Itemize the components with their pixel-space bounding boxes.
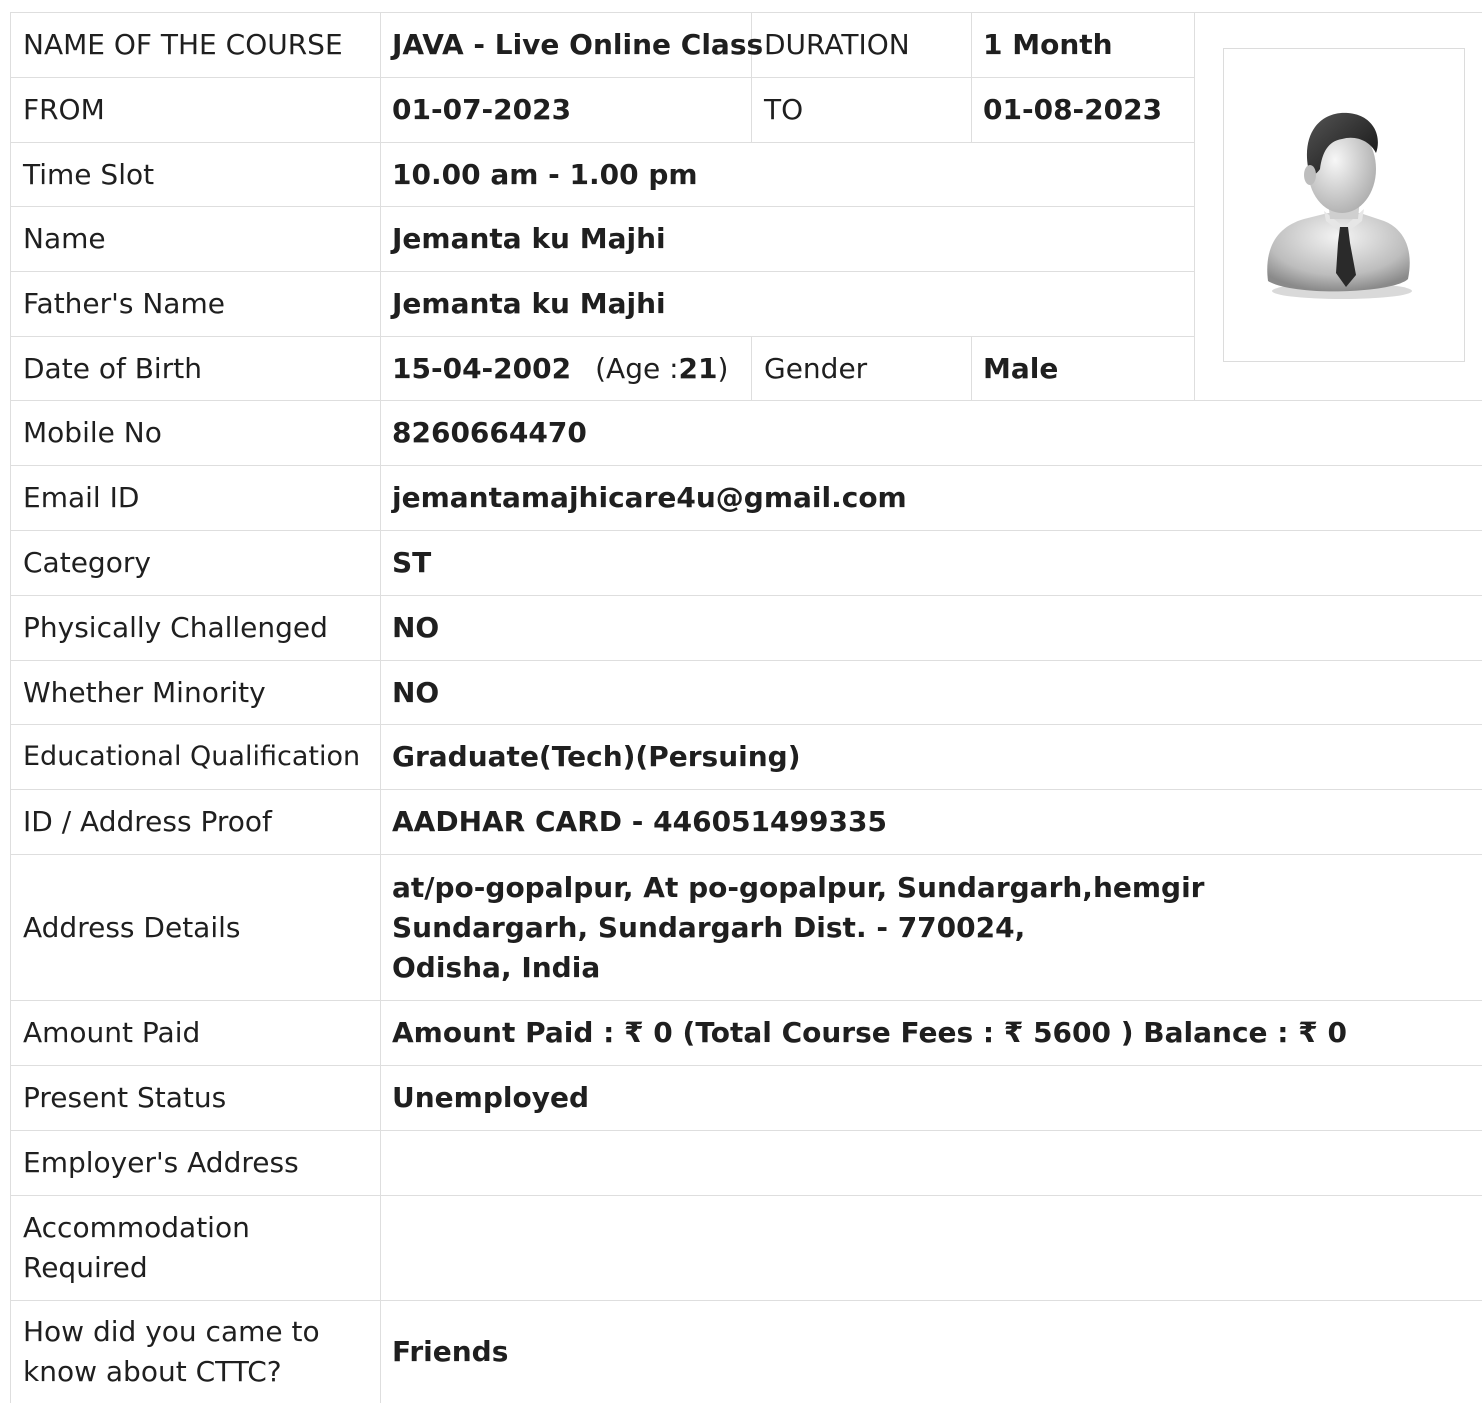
dob-label: Date of Birth <box>11 337 381 401</box>
address-value: at/po-gopalpur, At po-gopalpur, Sundarga… <box>381 855 1482 1001</box>
accommodation-label: Accommodation Required <box>11 1196 381 1301</box>
name-value: Jemanta ku Majhi <box>381 207 1195 272</box>
age-value: 21 <box>678 351 718 385</box>
email-value: jemantamajhicare4u@gmail.com <box>381 466 1482 531</box>
category-label: Category <box>11 531 381 596</box>
address-label: Address Details <box>11 855 381 1001</box>
minority-value: NO <box>381 661 1482 725</box>
education-label: Educational Qualification <box>11 725 381 790</box>
amount-paid-label: Amount Paid <box>11 1001 381 1066</box>
user-avatar-icon <box>1267 112 1412 299</box>
duration-label: DURATION <box>752 13 972 78</box>
registration-details-table: NAME OF THE COURSE JAVA - Live Online Cl… <box>10 12 1482 1403</box>
employer-address-label: Employer's Address <box>11 1131 381 1196</box>
source-label: How did you came to know about CTTC? <box>11 1301 381 1403</box>
photo-cell <box>1195 13 1482 401</box>
education-value: Graduate(Tech)(Persuing) <box>381 725 1482 790</box>
email-label: Email ID <box>11 466 381 531</box>
category-value: ST <box>381 531 1482 596</box>
id-proof-value: AADHAR CARD - 446051499335 <box>381 790 1482 855</box>
present-status-value: Unemployed <box>381 1066 1482 1131</box>
source-value: Friends <box>381 1301 1482 1403</box>
accommodation-value <box>381 1196 1482 1301</box>
time-slot-label: Time Slot <box>11 143 381 207</box>
father-name-value: Jemanta ku Majhi <box>381 272 1195 337</box>
duration-value: 1 Month <box>972 13 1195 78</box>
course-name-label: NAME OF THE COURSE <box>11 13 381 78</box>
father-name-label: Father's Name <box>11 272 381 337</box>
course-name-value: JAVA - Live Online Class <box>381 13 763 78</box>
name-label: Name <box>11 207 381 272</box>
physically-challenged-value: NO <box>381 596 1482 661</box>
student-photo <box>1223 48 1465 362</box>
gender-value: Male <box>972 337 1195 401</box>
to-label: TO <box>752 78 972 143</box>
gender-label: Gender <box>752 337 972 401</box>
from-date-value: 01-07-2023 <box>381 78 752 143</box>
present-status-label: Present Status <box>11 1066 381 1131</box>
to-date-value: 01-08-2023 <box>972 78 1195 143</box>
employer-address-value <box>381 1131 1482 1196</box>
id-proof-label: ID / Address Proof <box>11 790 381 855</box>
address-line-2: Sundargarh, Sundargarh Dist. - 770024, <box>392 910 1026 944</box>
time-slot-value: 10.00 am - 1.00 pm <box>381 143 1195 207</box>
mobile-value: 8260664470 <box>381 401 1482 466</box>
mobile-label: Mobile No <box>11 401 381 466</box>
dob-date: 15-04-2002 <box>392 351 572 385</box>
address-line-3: Odisha, India <box>392 950 601 984</box>
age-suffix: ) <box>717 351 729 385</box>
dob-value: 15-04-2002 (Age : 21) <box>381 337 752 401</box>
physically-challenged-label: Physically Challenged <box>11 596 381 661</box>
amount-paid-value: Amount Paid : ₹ 0 (Total Course Fees : ₹… <box>381 1001 1482 1066</box>
address-line-1: at/po-gopalpur, At po-gopalpur, Sundarga… <box>392 870 1205 904</box>
minority-label: Whether Minority <box>11 661 381 725</box>
from-label: FROM <box>11 78 381 143</box>
age-prefix: (Age : <box>595 351 679 385</box>
